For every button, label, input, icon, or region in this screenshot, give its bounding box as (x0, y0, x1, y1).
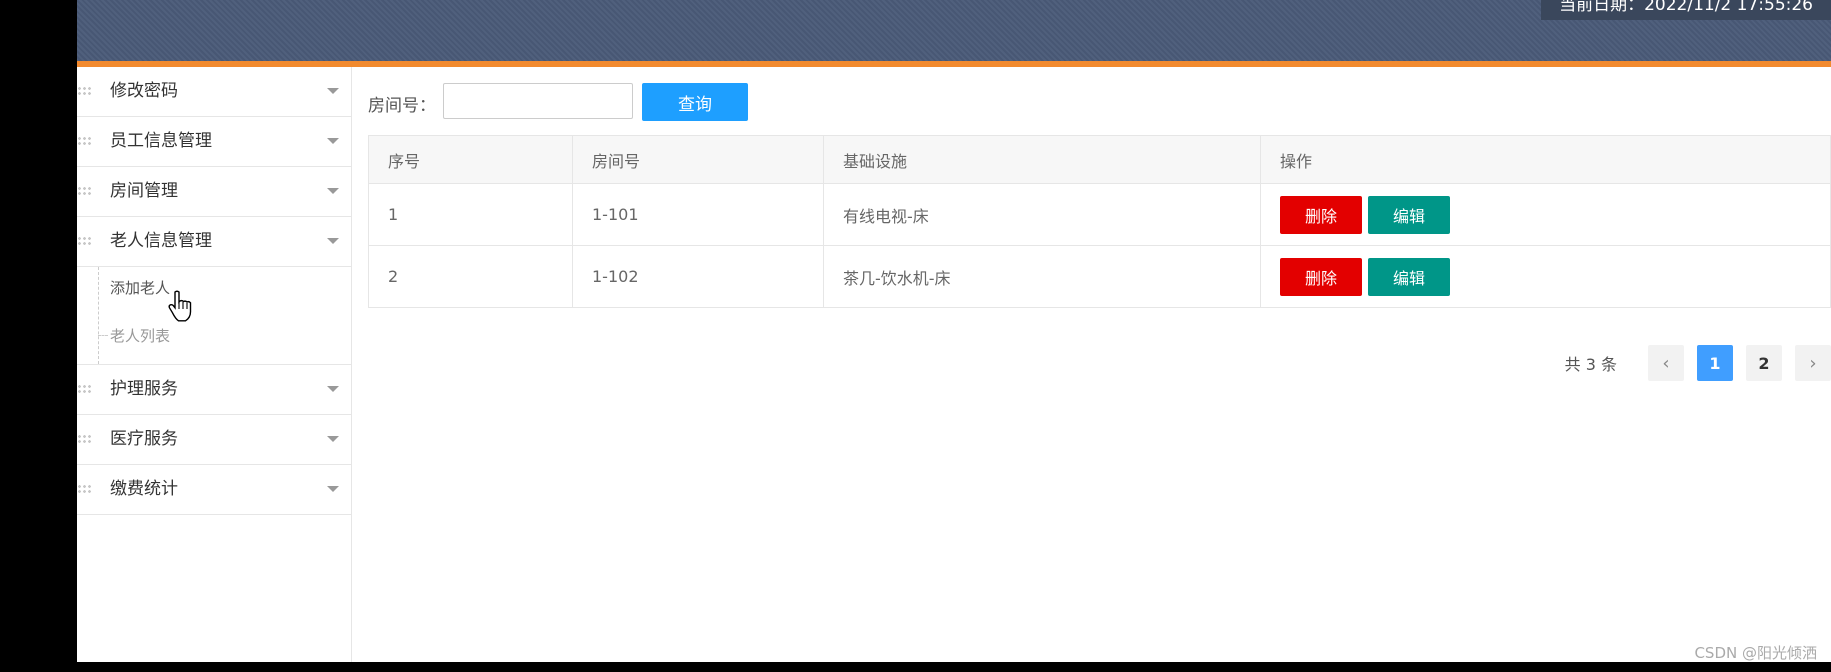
table-header-row: 序号 房间号 基础设施 操作 (368, 135, 1831, 184)
sidebar-item-payment-statistics[interactable]: 缴费统计 (77, 465, 351, 515)
sidebar-item-label: 医疗服务 (110, 429, 178, 449)
app-window: 当前日期：2022/11/2 17:55:26 修改密码 员工信息管理 房间管理… (77, 0, 1831, 662)
top-header: 当前日期：2022/11/2 17:55:26 (77, 0, 1831, 61)
grip-icon (77, 484, 93, 494)
prev-page-button[interactable]: ‹ (1648, 345, 1684, 381)
submenu-item-add-elder[interactable]: 添加老人 (110, 277, 170, 298)
csdn-watermark: CSDN @阳光倾洒 (1694, 644, 1817, 662)
elder-submenu: 添加老人 老人列表 (77, 267, 351, 365)
cell-room: 1-102 (572, 245, 824, 308)
cell-actions: 删除 编辑 (1260, 245, 1831, 308)
sidebar-item-staff-management[interactable]: 员工信息管理 (77, 117, 351, 167)
caret-down-icon (327, 436, 339, 442)
submenu-item-label: 老人列表 (110, 327, 171, 345)
grip-icon (77, 136, 93, 146)
sidebar-item-elder-management[interactable]: 老人信息管理 (77, 217, 351, 267)
total-count: 共 3 条 (1564, 355, 1617, 374)
sidebar-item-nursing-service[interactable]: 护理服务 (77, 365, 351, 415)
grip-icon (77, 236, 93, 246)
sidebar-item-label: 缴费统计 (110, 479, 178, 499)
room-number-input[interactable] (443, 83, 633, 119)
caret-down-icon (327, 238, 339, 244)
cell-facilities: 茶几-饮水机-床 (823, 245, 1261, 308)
sidebar-item-label: 护理服务 (110, 379, 178, 399)
page-button-1[interactable]: 1 (1697, 345, 1733, 381)
sidebar-item-label: 老人信息管理 (110, 231, 212, 251)
caret-down-icon (327, 138, 339, 144)
pagination: 共 3 条 ‹ 1 2 › (1565, 345, 1831, 381)
submenu-guide-line (98, 267, 99, 364)
cell-facilities: 有线电视-床 (823, 183, 1261, 246)
sidebar-item-change-password[interactable]: 修改密码 (77, 67, 351, 117)
room-table: 序号 房间号 基础设施 操作 1 1-101 有线电视-床 删除 编辑 2 1-… (368, 135, 1831, 308)
query-button[interactable]: 查询 (642, 83, 748, 121)
column-header-index: 序号 (368, 135, 573, 184)
cell-actions: 删除 编辑 (1260, 183, 1831, 246)
column-header-room: 房间号 (572, 135, 824, 184)
grip-icon (77, 86, 93, 96)
hand-cursor-icon (168, 290, 192, 322)
column-header-facilities: 基础设施 (823, 135, 1261, 184)
page-button-2[interactable]: 2 (1746, 345, 1782, 381)
grip-icon (77, 384, 93, 394)
sidebar: 修改密码 员工信息管理 房间管理 老人信息管理 添加老人 老人列表 护理服务 医… (77, 67, 352, 662)
edit-button[interactable]: 编辑 (1368, 195, 1450, 234)
delete-button[interactable]: 删除 (1280, 257, 1362, 296)
edit-button[interactable]: 编辑 (1368, 257, 1450, 296)
next-page-button[interactable]: › (1795, 345, 1831, 381)
grip-icon (77, 434, 93, 444)
cell-index: 1 (368, 183, 573, 246)
sidebar-item-label: 房间管理 (110, 181, 178, 201)
sidebar-item-medical-service[interactable]: 医疗服务 (77, 415, 351, 465)
cell-room: 1-101 (572, 183, 824, 246)
delete-button[interactable]: 删除 (1280, 195, 1362, 234)
main-content: 房间号： 查询 序号 房间号 基础设施 操作 1 1-101 有线电视-床 删除… (366, 67, 1831, 662)
caret-down-icon (327, 486, 339, 492)
grip-icon (77, 186, 93, 196)
caret-down-icon (327, 88, 339, 94)
submenu-tick (98, 335, 108, 336)
room-number-label: 房间号： (368, 96, 436, 116)
column-header-actions: 操作 (1260, 135, 1831, 184)
submenu-item-elder-list[interactable]: 老人列表 (98, 325, 171, 346)
sidebar-item-label: 员工信息管理 (110, 131, 212, 151)
table-row: 2 1-102 茶几-饮水机-床 删除 编辑 (368, 245, 1831, 308)
current-date: 当前日期：2022/11/2 17:55:26 (1541, 0, 1831, 20)
caret-down-icon (327, 386, 339, 392)
cell-index: 2 (368, 245, 573, 308)
table-row: 1 1-101 有线电视-床 删除 编辑 (368, 183, 1831, 246)
caret-down-icon (327, 188, 339, 194)
sidebar-item-label: 修改密码 (110, 81, 178, 101)
sidebar-item-room-management[interactable]: 房间管理 (77, 167, 351, 217)
